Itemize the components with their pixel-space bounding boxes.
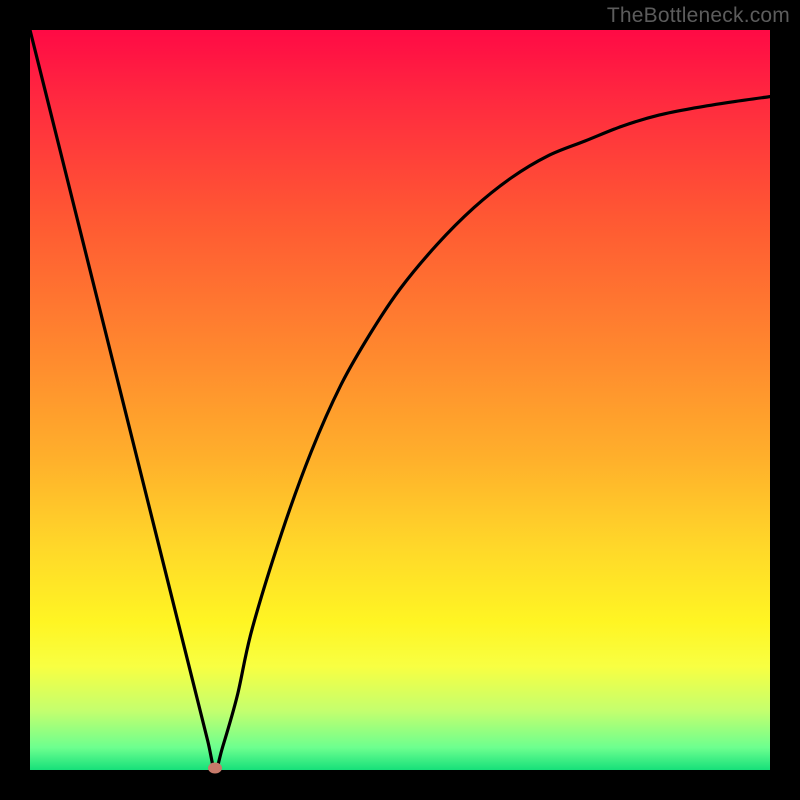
plot-area [30, 30, 770, 770]
watermark-text: TheBottleneck.com [607, 4, 790, 28]
minimum-marker [208, 763, 222, 774]
chart-frame: TheBottleneck.com [0, 0, 800, 800]
bottleneck-curve [30, 30, 770, 770]
